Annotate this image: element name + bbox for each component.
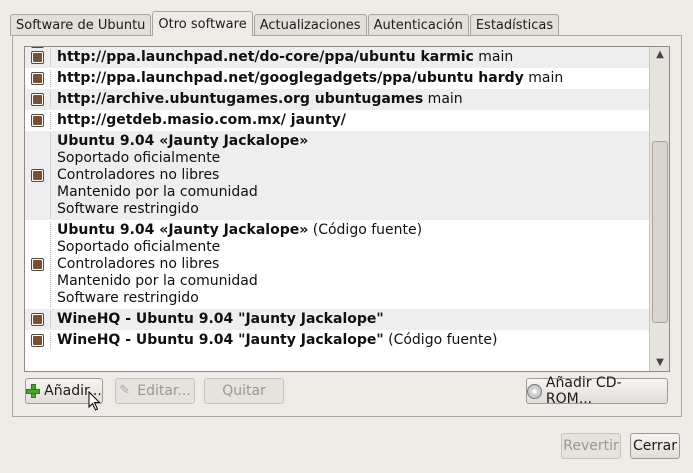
source-component: Software restringido	[57, 290, 199, 306]
source-text: http://ppa.launchpad.net/googlegadgets/p…	[57, 70, 563, 87]
close-button[interactable]: Cerrar	[630, 433, 680, 459]
source-checkbox[interactable]	[31, 72, 44, 85]
edit-button[interactable]: ✎ Editar...	[115, 378, 195, 404]
vertical-scrollbar[interactable]: ▲ ▼	[649, 47, 669, 371]
column-divider	[50, 133, 52, 218]
tab-authentication[interactable]: Autenticación	[367, 14, 469, 36]
tab-statistics[interactable]: Estadísticas	[469, 14, 560, 36]
add-cdrom-button-label: Añadir CD-ROM...	[545, 375, 622, 407]
source-row[interactable]: http://getdeb.masio.com.mx/ jaunty/	[25, 110, 651, 131]
source-checkbox[interactable]	[31, 334, 44, 347]
source-component: Mantenido por la comunidad	[57, 184, 258, 200]
remove-button[interactable]: Quitar	[204, 378, 284, 404]
close-button-label: Cerrar	[633, 438, 677, 454]
scroll-up-icon[interactable]: ▲	[650, 47, 669, 63]
add-cdrom-button[interactable]: Añadir CD-ROM...	[526, 375, 668, 407]
tab-updates[interactable]: Actualizaciones	[253, 14, 367, 36]
source-row[interactable]: http://ppa.launchpad.net/googlegadgets/p…	[25, 68, 651, 89]
source-suffix: (Código fuente)	[308, 222, 423, 238]
source-checkbox[interactable]	[31, 47, 44, 48]
revert-button-label: Revertir	[563, 438, 619, 454]
source-text: http://archive.ubuntugames.org ubuntugam…	[57, 91, 463, 108]
source-suffix: main	[423, 91, 463, 107]
source-row[interactable]: http://archive.ubuntugames.org ubuntugam…	[25, 89, 651, 110]
revert-button[interactable]: Revertir	[561, 433, 621, 459]
source-title: Ubuntu 9.04 «Jaunty Jackalope»	[57, 133, 309, 149]
sources-rows: http://ppa.launchpad.net/do-core/ppa/ubu…	[25, 47, 651, 351]
source-title: WineHQ - Ubuntu 9.04 "Jaunty Jackalope"	[57, 311, 384, 327]
source-title: Ubuntu 9.04 «Jaunty Jackalope»	[57, 222, 309, 238]
tab-other-software[interactable]: Otro software	[152, 11, 253, 36]
column-divider	[50, 332, 52, 349]
source-title: http://getdeb.masio.com.mx/ jaunty/	[57, 112, 346, 128]
source-title: WineHQ - Ubuntu 9.04 "Jaunty Jackalope"	[57, 332, 384, 348]
mouse-pointer-icon	[88, 391, 101, 411]
source-text: Ubuntu 9.04 «Jaunty Jackalope» (Código f…	[57, 222, 422, 307]
source-suffix: main	[473, 49, 514, 65]
source-row[interactable]: Ubuntu 9.04 «Jaunty Jackalope» Soportado …	[25, 131, 651, 220]
column-divider	[50, 222, 52, 307]
scrollbar-thumb[interactable]	[652, 141, 668, 323]
source-title: http://ppa.launchpad.net/googlegadgets/p…	[57, 70, 524, 86]
source-checkbox[interactable]	[31, 93, 44, 106]
column-divider	[50, 311, 52, 328]
column-divider	[50, 70, 52, 87]
source-checkbox[interactable]	[31, 114, 44, 127]
source-row[interactable]: WineHQ - Ubuntu 9.04 "Jaunty Jackalope" …	[25, 330, 651, 351]
source-row[interactable]: Ubuntu 9.04 «Jaunty Jackalope» (Código f…	[25, 220, 651, 309]
edit-button-label: Editar...	[137, 383, 191, 399]
tab-ubuntu-software[interactable]: Software de Ubuntu	[10, 14, 152, 36]
source-text: http://getdeb.masio.com.mx/ jaunty/	[57, 112, 346, 129]
cdrom-icon	[527, 383, 542, 399]
source-component: Software restringido	[57, 201, 199, 217]
tab-bar: Software de Ubuntu Otro software Actuali…	[10, 11, 560, 36]
source-row[interactable]: http://ppa.launchpad.net/do-core/ppa/ubu…	[25, 47, 651, 68]
source-component: Controladores no libres	[57, 256, 220, 272]
source-suffix: (Código fuente)	[383, 332, 498, 348]
source-text: WineHQ - Ubuntu 9.04 "Jaunty Jackalope"	[57, 311, 384, 328]
pencil-icon: ✎	[119, 383, 131, 398]
column-divider	[50, 112, 52, 129]
source-suffix: main	[523, 70, 564, 86]
source-component: Soportado oficialmente	[57, 239, 221, 255]
source-checkbox[interactable]	[31, 313, 44, 326]
column-divider	[50, 49, 52, 66]
sources-list: http://ppa.launchpad.net/do-core/ppa/ubu…	[24, 46, 670, 372]
column-divider	[50, 91, 52, 108]
source-component: Mantenido por la comunidad	[57, 273, 258, 289]
remove-button-label: Quitar	[222, 383, 266, 399]
source-text: http://ppa.launchpad.net/do-core/ppa/ubu…	[57, 49, 513, 66]
source-title: http://ppa.launchpad.net/do-core/ppa/ubu…	[57, 49, 474, 65]
source-row[interactable]: WineHQ - Ubuntu 9.04 "Jaunty Jackalope"	[25, 309, 651, 330]
source-checkbox[interactable]	[31, 51, 44, 64]
plus-icon	[26, 384, 41, 398]
source-text: WineHQ - Ubuntu 9.04 "Jaunty Jackalope" …	[57, 332, 497, 349]
source-text: Ubuntu 9.04 «Jaunty Jackalope» Soportado …	[57, 133, 308, 218]
source-title: http://archive.ubuntugames.org ubuntugam…	[57, 91, 424, 107]
scroll-down-icon[interactable]: ▼	[650, 355, 669, 371]
source-component: Controladores no libres	[57, 167, 220, 183]
source-checkbox[interactable]	[31, 258, 44, 271]
source-component: Soportado oficialmente	[57, 150, 221, 166]
source-checkbox[interactable]	[31, 169, 44, 182]
